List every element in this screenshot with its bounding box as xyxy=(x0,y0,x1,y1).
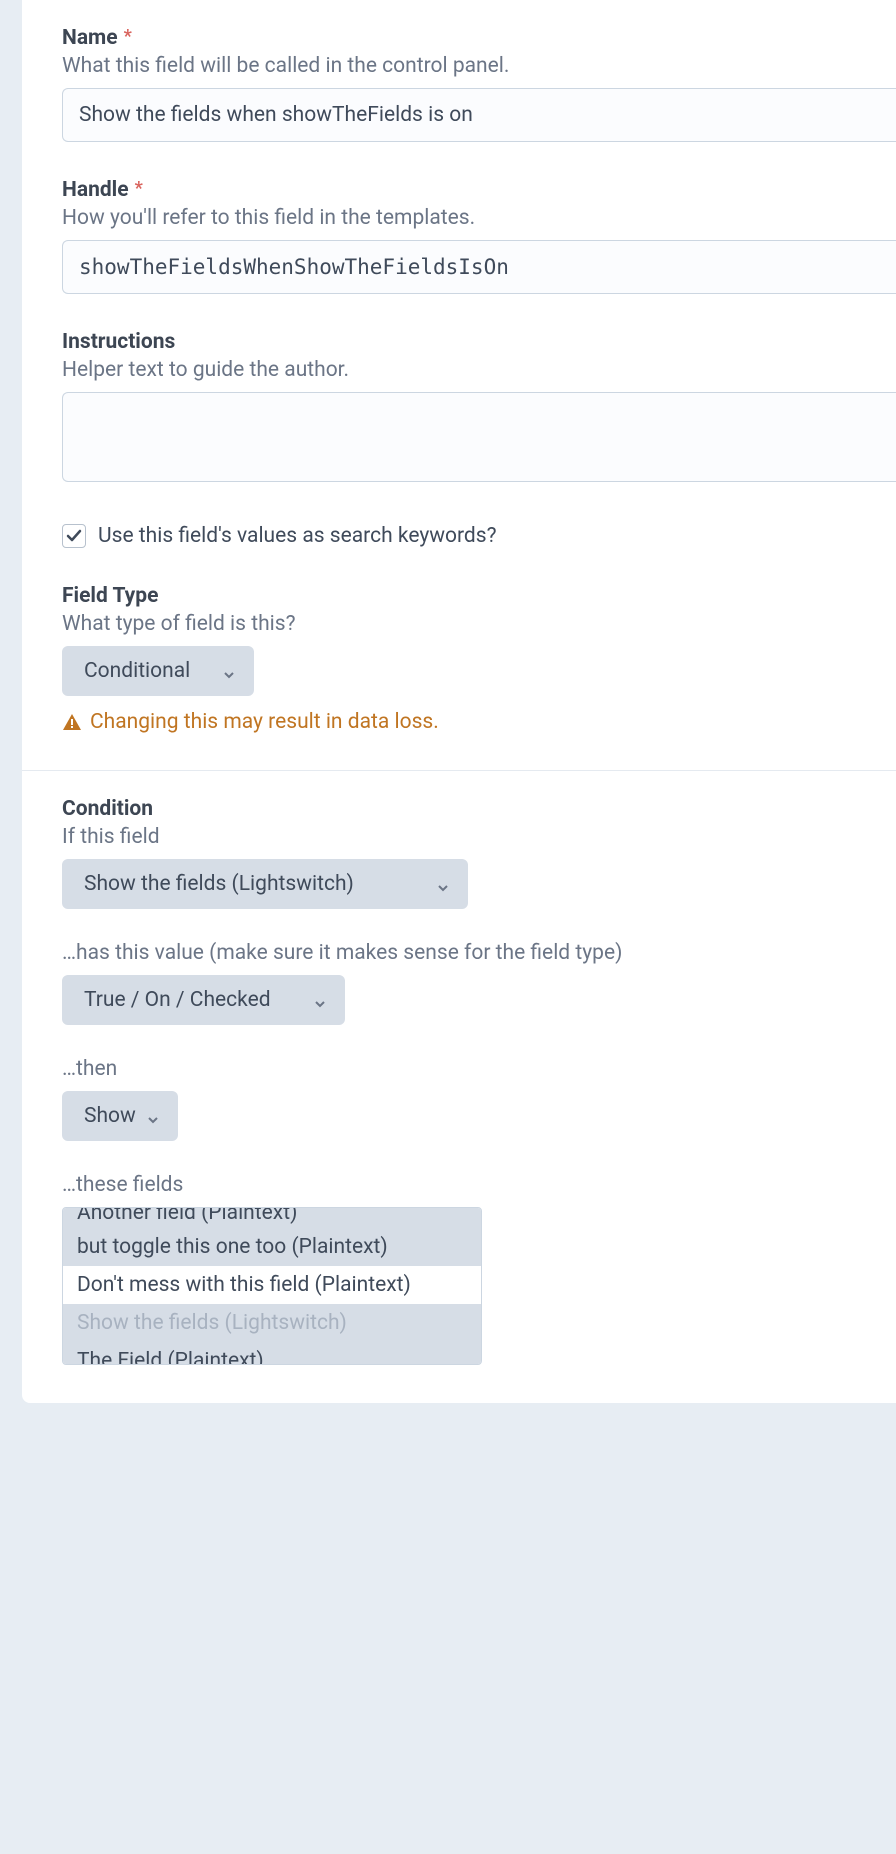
chevron-down-icon xyxy=(222,664,236,678)
has-value-select[interactable]: True / On / Checked xyxy=(62,975,345,1025)
list-item[interactable]: Don't mess with this field (Plaintext) xyxy=(63,1266,481,1304)
field-type-warning: Changing this may result in data loss. xyxy=(62,710,896,734)
handle-hint: How you'll refer to this field in the te… xyxy=(62,206,896,230)
then-select[interactable]: Show xyxy=(62,1091,178,1141)
field-type-select[interactable]: Conditional xyxy=(62,646,254,696)
name-input[interactable] xyxy=(62,88,896,142)
field-type-group: Field Type What type of field is this? C… xyxy=(62,584,896,734)
condition-if-select[interactable]: Show the fields (Lightswitch) xyxy=(62,859,468,909)
field-settings-panel: Name* What this field will be called in … xyxy=(22,0,896,1403)
list-item[interactable]: but toggle this one too (Plaintext) xyxy=(63,1228,481,1266)
these-fields-label: …these fields xyxy=(62,1173,896,1197)
condition-label: Condition xyxy=(62,797,896,821)
chevron-down-icon xyxy=(313,993,327,1007)
instructions-label: Instructions xyxy=(62,330,896,354)
list-item[interactable]: The Field (Plaintext) xyxy=(63,1342,481,1364)
instructions-hint: Helper text to guide the author. xyxy=(62,358,896,382)
has-value-label: …has this value (make sure it makes sens… xyxy=(62,941,896,965)
these-fields-group: …these fields Another field (Plaintext) … xyxy=(62,1173,896,1365)
handle-field-group: Handle* How you'll refer to this field i… xyxy=(62,178,896,294)
handle-label: Handle* xyxy=(62,178,896,202)
chevron-down-icon xyxy=(436,877,450,891)
name-hint: What this field will be called in the co… xyxy=(62,54,896,78)
name-label: Name* xyxy=(62,26,896,50)
condition-if-value: Show the fields (Lightswitch) xyxy=(84,872,354,896)
chevron-down-icon xyxy=(146,1109,160,1123)
footer-gap xyxy=(0,1403,896,1433)
warning-text: Changing this may result in data loss. xyxy=(90,710,439,734)
required-asterisk: * xyxy=(124,26,132,47)
condition-group: Condition If this field Show the fields … xyxy=(62,797,896,909)
then-value: Show xyxy=(84,1104,136,1128)
name-field-group: Name* What this field will be called in … xyxy=(62,26,896,142)
required-asterisk: * xyxy=(135,178,143,199)
field-type-value: Conditional xyxy=(84,659,190,683)
handle-input[interactable] xyxy=(62,240,896,294)
search-keywords-row: Use this field's values as search keywor… xyxy=(62,524,896,548)
then-group: …then Show xyxy=(62,1057,896,1141)
instructions-field-group: Instructions Helper text to guide the au… xyxy=(62,330,896,488)
these-fields-listbox[interactable]: Another field (Plaintext) but toggle thi… xyxy=(62,1207,482,1365)
warning-icon xyxy=(62,712,82,732)
check-icon xyxy=(66,528,82,544)
field-type-hint: What type of field is this? xyxy=(62,612,896,636)
has-value-value: True / On / Checked xyxy=(84,988,271,1012)
then-label: …then xyxy=(62,1057,896,1081)
list-item[interactable]: Show the fields (Lightswitch) xyxy=(63,1304,481,1342)
condition-if-label: If this field xyxy=(62,825,896,849)
has-value-group: …has this value (make sure it makes sens… xyxy=(62,941,896,1025)
search-keywords-label: Use this field's values as search keywor… xyxy=(98,524,497,548)
instructions-input[interactable] xyxy=(62,392,896,482)
list-item[interactable]: Another field (Plaintext) xyxy=(63,1208,481,1228)
field-type-label: Field Type xyxy=(62,584,896,608)
search-keywords-checkbox[interactable] xyxy=(62,524,86,548)
